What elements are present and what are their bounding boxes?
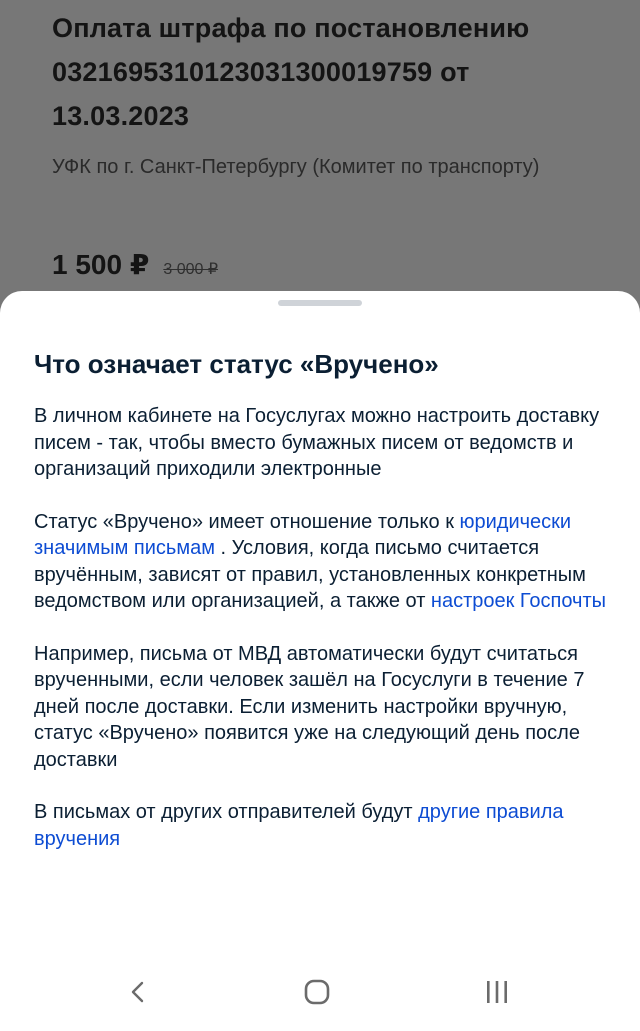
paragraph-delivery-setup: В личном кабинете на Госуслугах можно на…	[34, 405, 600, 480]
recent-apps-icon	[487, 981, 507, 1003]
paragraph-text: Статус «Вручено» имеет отношение только …	[34, 510, 460, 533]
paragraph-status-meaning: Статус «Вручено» имеет отношение только …	[34, 509, 614, 615]
drag-handle[interactable]	[278, 300, 362, 306]
old-price: 3 000 ₽	[163, 261, 219, 278]
background-page: Оплата штрафа по постановлению 032169531…	[0, 0, 640, 320]
paragraph-example: Например, письма от МВД автоматически бу…	[34, 642, 585, 771]
gospochta-settings-link[interactable]: настроек Госпочты	[431, 590, 606, 612]
back-button[interactable]	[116, 970, 160, 1014]
paragraph-text: В письмах от других отправителей будут	[34, 801, 419, 823]
system-nav-bar	[0, 950, 640, 1031]
home-icon	[304, 979, 330, 1005]
recent-apps-button[interactable]	[475, 970, 519, 1014]
chevron-left-icon	[131, 981, 144, 1003]
sheet-title: Что означает статус «Вручено»	[34, 349, 439, 379]
payment-recipient: УФК по г. Санкт-Петербургу (Комитет по т…	[52, 156, 540, 178]
status-info-sheet: Что означает статус «Вручено» В личном к…	[0, 291, 640, 1031]
payment-title: Оплата штрафа по постановлению 032169531…	[52, 13, 530, 131]
price-row: 1 500 ₽ 3 000 ₽	[52, 248, 218, 281]
current-price: 1 500 ₽	[52, 249, 150, 280]
home-button[interactable]	[295, 970, 339, 1014]
sheet-body: В личном кабинете на Госуслугах можно на…	[34, 403, 614, 878]
paragraph-other-senders: В письмах от других отправителей будут д…	[34, 799, 614, 852]
